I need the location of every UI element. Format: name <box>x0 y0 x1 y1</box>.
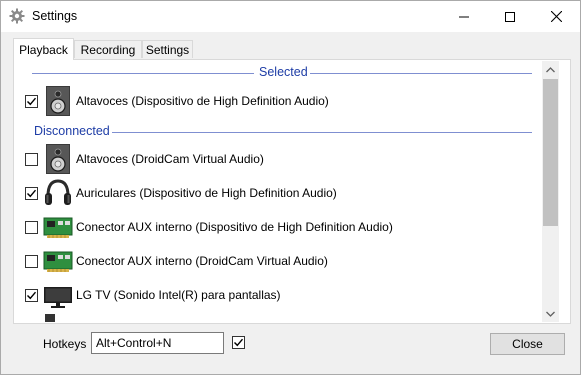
device-row[interactable]: LG TV (Sonido Intel(R) para pantallas) <box>15 279 543 311</box>
device-row[interactable]: Conector AUX interno (DroidCam Virtual A… <box>15 245 543 277</box>
device-checkbox[interactable] <box>25 221 38 234</box>
sound-card-icon <box>43 211 73 243</box>
device-checkbox[interactable] <box>25 255 38 268</box>
close-window-button[interactable] <box>533 1 579 32</box>
partial-device-icon <box>45 314 55 322</box>
close-icon <box>550 11 562 22</box>
checkmark-icon <box>27 189 37 198</box>
tab-label: Settings <box>145 42 190 57</box>
minimize-icon <box>459 16 469 17</box>
checkmark-icon <box>27 97 37 106</box>
speaker-icon <box>43 143 73 175</box>
scroll-thumb[interactable] <box>543 79 558 226</box>
title-bar[interactable]: Settings <box>1 1 580 32</box>
chevron-up-icon <box>546 66 555 72</box>
device-checkbox[interactable] <box>25 153 38 166</box>
chevron-down-icon <box>546 311 555 317</box>
window-title: Settings <box>32 9 78 23</box>
tab-label: Playback <box>19 42 68 57</box>
device-row[interactable]: Auriculares (Dispositivo de High Definit… <box>15 177 543 209</box>
group-header-disconnected: Disconnected <box>15 123 543 141</box>
scroll-down-button[interactable] <box>542 305 559 322</box>
device-row[interactable]: Altavoces (Dispositivo de High Definitio… <box>15 85 543 117</box>
device-label: Conector AUX interno (Dispositivo de Hig… <box>76 220 393 234</box>
device-row[interactable]: Conector AUX interno (Dispositivo de Hig… <box>15 211 543 243</box>
group-divider <box>112 132 532 133</box>
gear-icon <box>9 8 25 24</box>
hotkeys-enabled-checkbox[interactable] <box>232 336 245 349</box>
tab-recording[interactable]: Recording <box>74 40 142 58</box>
device-list[interactable]: Selected Altavoces (Dispositivo de High … <box>15 61 543 322</box>
group-label-selected: Selected <box>259 65 308 79</box>
scroll-up-button[interactable] <box>542 61 559 78</box>
speaker-icon <box>43 85 73 117</box>
group-header-selected: Selected <box>15 64 543 82</box>
checkmark-icon <box>234 338 244 347</box>
tab-panel-playback: Selected Altavoces (Dispositivo de High … <box>13 59 571 324</box>
maximize-icon <box>505 11 515 22</box>
checkmark-icon <box>27 291 37 300</box>
tab-settings[interactable]: Settings <box>142 40 193 58</box>
device-row[interactable]: Altavoces (DroidCam Virtual Audio) <box>15 143 543 175</box>
device-checkbox[interactable] <box>25 187 38 200</box>
sound-card-icon <box>43 245 73 277</box>
monitor-icon <box>43 279 73 311</box>
group-label-disconnected: Disconnected <box>34 124 110 138</box>
group-divider <box>32 73 254 74</box>
maximize-button[interactable] <box>487 1 533 32</box>
device-checkbox[interactable] <box>25 95 38 108</box>
tab-playback[interactable]: Playback <box>13 38 74 60</box>
tab-label: Recording <box>80 42 136 57</box>
hotkeys-input[interactable] <box>91 332 224 354</box>
group-divider <box>310 73 532 74</box>
vertical-scrollbar[interactable] <box>542 61 559 322</box>
settings-window: Settings Playback Recording Settings Sel… <box>0 0 581 375</box>
device-label: Auriculares (Dispositivo de High Definit… <box>76 186 337 200</box>
device-label: Altavoces (Dispositivo de High Definitio… <box>76 94 329 108</box>
hotkeys-label: Hotkeys <box>43 337 87 351</box>
close-button[interactable]: Close <box>490 333 565 355</box>
device-checkbox[interactable] <box>25 289 38 302</box>
device-label: Conector AUX interno (DroidCam Virtual A… <box>76 254 328 268</box>
device-label: LG TV (Sonido Intel(R) para pantallas) <box>76 288 281 302</box>
headphones-icon <box>43 177 73 209</box>
minimize-button[interactable] <box>441 1 487 32</box>
device-label: Altavoces (DroidCam Virtual Audio) <box>76 152 264 166</box>
